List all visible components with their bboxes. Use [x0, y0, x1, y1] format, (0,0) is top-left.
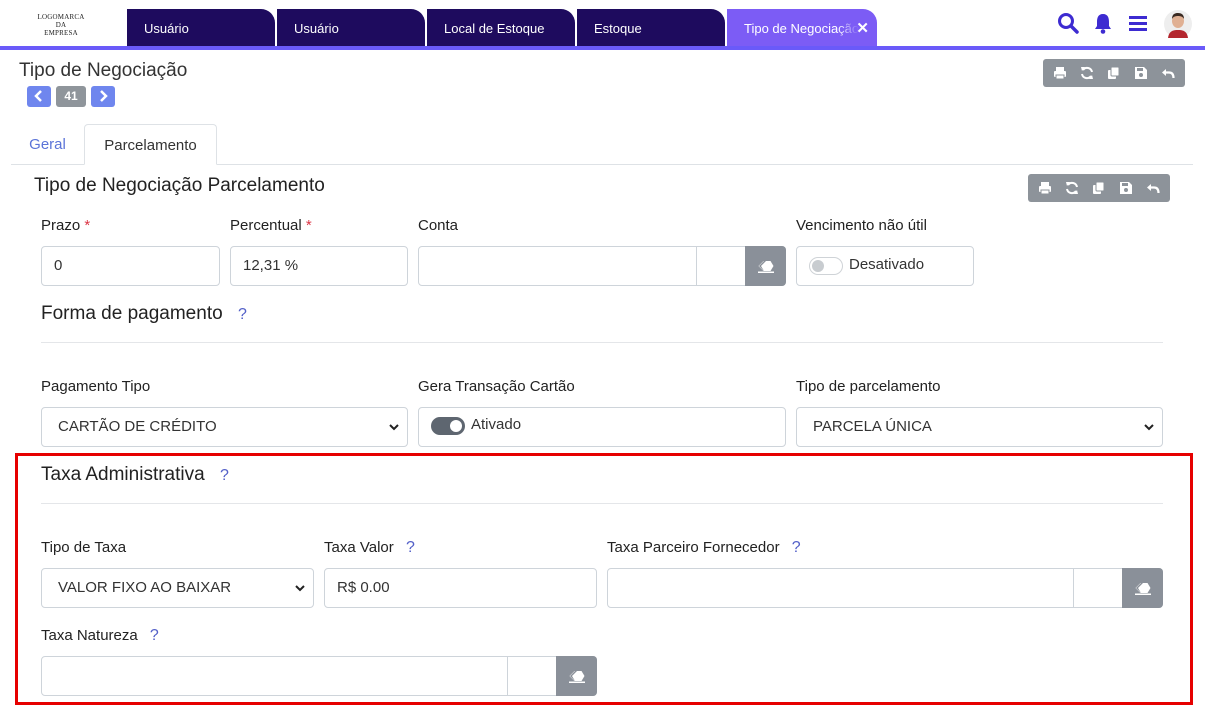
- prazo-field[interactable]: 0: [41, 246, 220, 286]
- taxa-natureza-field[interactable]: [41, 656, 597, 696]
- tipo-parcelamento-select[interactable]: PARCELA ÚNICA: [796, 407, 1163, 447]
- eraser-icon: [1134, 583, 1151, 595]
- conta-field[interactable]: [418, 246, 786, 286]
- pagamento-tipo-select[interactable]: CARTÃO DE CRÉDITO: [41, 407, 408, 447]
- undo-icon[interactable]: [1142, 177, 1164, 199]
- vencimento-toggle-box: Desativado: [796, 246, 974, 286]
- eraser-icon: [757, 261, 774, 273]
- save-icon[interactable]: [1130, 62, 1152, 84]
- chevron-down-icon: [389, 424, 399, 431]
- avatar[interactable]: [1164, 9, 1192, 44]
- tipo-taxa-select[interactable]: VALOR FIXO AO BAIXAR: [41, 568, 314, 608]
- record-number-badge: 41: [56, 86, 86, 107]
- tab-usuario-2[interactable]: Usuário: [277, 9, 425, 46]
- tab-parcelamento[interactable]: Parcelamento: [84, 124, 217, 165]
- top-navbar: LOGOMARCA DA EMPRESA Usuário Usuário Loc…: [0, 0, 1205, 50]
- copy-icon[interactable]: [1103, 62, 1125, 84]
- refresh-icon[interactable]: [1061, 177, 1083, 199]
- undo-icon[interactable]: [1157, 62, 1179, 84]
- eraser-icon: [568, 671, 585, 683]
- tipo-parcelamento-label: Tipo de parcelamento: [796, 378, 941, 395]
- pagamento-tipo-label: Pagamento Tipo: [41, 378, 151, 395]
- percentual-field[interactable]: 12,31 %: [230, 246, 408, 286]
- section-title: Tipo de Negociação Parcelamento: [34, 175, 325, 196]
- taxa-parceiro-clear-button[interactable]: [1122, 568, 1163, 608]
- tab-geral[interactable]: Geral: [11, 124, 84, 165]
- taxa-administrativa-title: Taxa Administrativa ?: [41, 464, 229, 485]
- taxa-parceiro-label: Taxa Parceiro Fornecedor ?: [607, 539, 801, 556]
- tipo-taxa-label: Tipo de Taxa: [41, 539, 127, 556]
- help-icon[interactable]: ?: [150, 627, 159, 644]
- tab-local-estoque[interactable]: Local de Estoque: [427, 9, 575, 46]
- search-icon[interactable]: [1057, 11, 1079, 40]
- next-record-button[interactable]: [91, 86, 115, 107]
- refresh-icon[interactable]: [1076, 62, 1098, 84]
- main-toolbar: [1043, 59, 1185, 87]
- forma-pagamento-title: Forma de pagamento ?: [41, 303, 247, 324]
- bell-icon[interactable]: [1093, 11, 1113, 40]
- vencimento-toggle[interactable]: [809, 257, 843, 275]
- save-icon[interactable]: [1115, 177, 1137, 199]
- company-logo[interactable]: LOGOMARCA DA EMPRESA: [28, 13, 94, 37]
- tab-tipo-negociacao[interactable]: Tipo de Negociação ✕: [727, 9, 877, 46]
- percentual-label: Percentual *: [230, 217, 312, 234]
- tab-estoque[interactable]: Estoque: [577, 9, 725, 46]
- taxa-parceiro-field[interactable]: [607, 568, 1163, 608]
- taxa-natureza-label: Taxa Natureza ?: [41, 627, 159, 644]
- taxa-natureza-clear-button[interactable]: [556, 656, 597, 696]
- gera-transacao-label: Gera Transação Cartão: [418, 378, 575, 395]
- menu-icon[interactable]: [1128, 11, 1148, 40]
- vencimento-label: Vencimento não útil: [796, 217, 927, 234]
- section-toolbar: [1028, 174, 1170, 202]
- gera-transacao-toggle[interactable]: [431, 417, 465, 435]
- print-icon[interactable]: [1034, 177, 1056, 199]
- chevron-down-icon: [295, 585, 305, 592]
- help-icon[interactable]: ?: [238, 306, 247, 323]
- copy-icon[interactable]: [1088, 177, 1110, 199]
- tab-usuario-1[interactable]: Usuário: [127, 9, 275, 46]
- taxa-valor-field[interactable]: R$ 0.00: [324, 568, 597, 608]
- previous-record-button[interactable]: [27, 86, 51, 107]
- help-icon[interactable]: ?: [220, 467, 229, 484]
- chevron-down-icon: [1144, 424, 1154, 431]
- help-icon[interactable]: ?: [792, 539, 801, 556]
- prazo-label: Prazo *: [41, 217, 91, 234]
- close-icon[interactable]: ✕: [856, 9, 869, 46]
- conta-label: Conta: [418, 217, 459, 234]
- gera-transacao-toggle-box: Ativado: [418, 407, 786, 447]
- taxa-valor-label: Taxa Valor ?: [324, 539, 415, 556]
- print-icon[interactable]: [1049, 62, 1071, 84]
- conta-clear-button[interactable]: [745, 246, 786, 286]
- help-icon[interactable]: ?: [406, 539, 415, 556]
- page-title: Tipo de Negociação: [19, 60, 188, 81]
